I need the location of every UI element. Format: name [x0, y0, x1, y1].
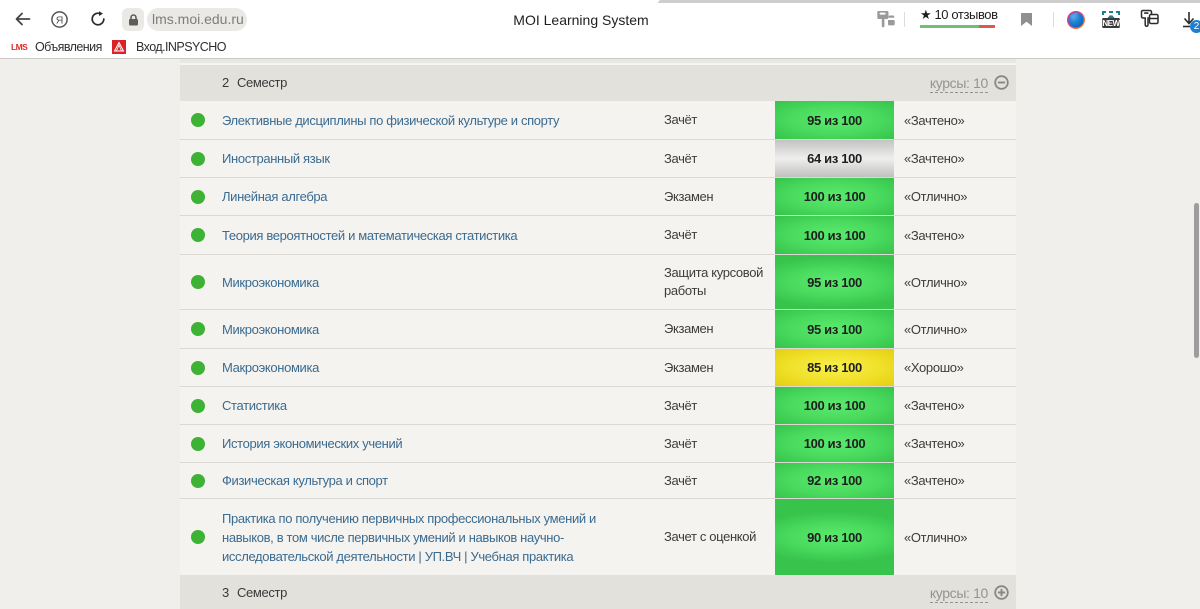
svg-text:NEW: NEW: [1102, 19, 1120, 28]
